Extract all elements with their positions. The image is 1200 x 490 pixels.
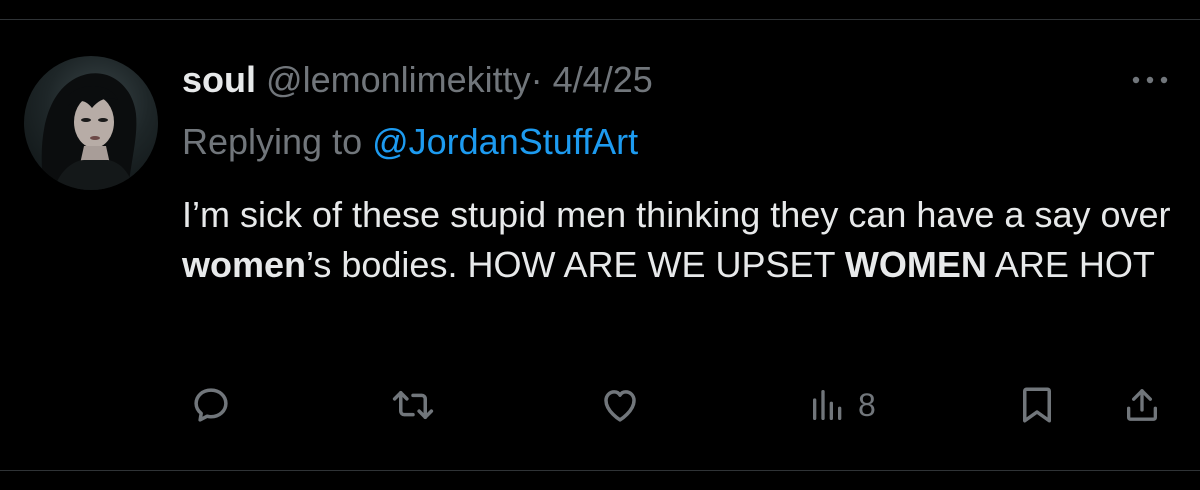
share-button[interactable]	[1122, 382, 1162, 428]
tweet-text-segment: ’s bodies. HOW ARE WE UPSET	[306, 244, 845, 285]
top-divider	[0, 0, 1200, 20]
bookmark-button[interactable]	[1018, 382, 1056, 428]
avatar[interactable]	[24, 56, 158, 190]
replying-to-line: Replying to @JordanStuffArt	[182, 118, 638, 166]
replying-prefix: Replying to	[182, 121, 373, 162]
bookmark-icon	[1018, 384, 1056, 426]
views-button[interactable]: 8	[808, 382, 876, 428]
views-count: 8	[858, 387, 876, 423]
tweet-text-segment: I’m sick of these stupid men thinking th…	[182, 194, 1171, 235]
tweet-text-segment: ARE HOT	[986, 244, 1155, 285]
retweet-button[interactable]	[390, 382, 436, 428]
bar-chart-icon	[808, 384, 848, 426]
tweet-text-bold-segment: WOMEN	[844, 244, 987, 285]
more-dots-icon[interactable]	[1128, 70, 1172, 90]
share-upload-icon	[1122, 384, 1162, 426]
retweet-icon	[390, 384, 436, 426]
heart-icon	[598, 384, 642, 426]
speech-bubble-icon	[190, 384, 232, 426]
like-button[interactable]	[598, 382, 642, 428]
separator-dot: ·	[530, 59, 543, 100]
tweet-text-bold-segment: women	[182, 244, 307, 285]
replying-to-link[interactable]: @JordanStuffArt	[372, 121, 638, 162]
user-handle[interactable]: @lemonlimekitty	[266, 59, 531, 100]
reply-button[interactable]	[190, 382, 232, 428]
tweet-text: I’m sick of these stupid men thinking th…	[182, 190, 1172, 290]
tweet-date[interactable]: 4/4/25	[553, 59, 653, 100]
display-name[interactable]: soul	[182, 59, 256, 100]
tweet-header: soul @lemonlimekitty· 4/4/25	[182, 56, 653, 104]
bottom-divider	[0, 470, 1200, 490]
